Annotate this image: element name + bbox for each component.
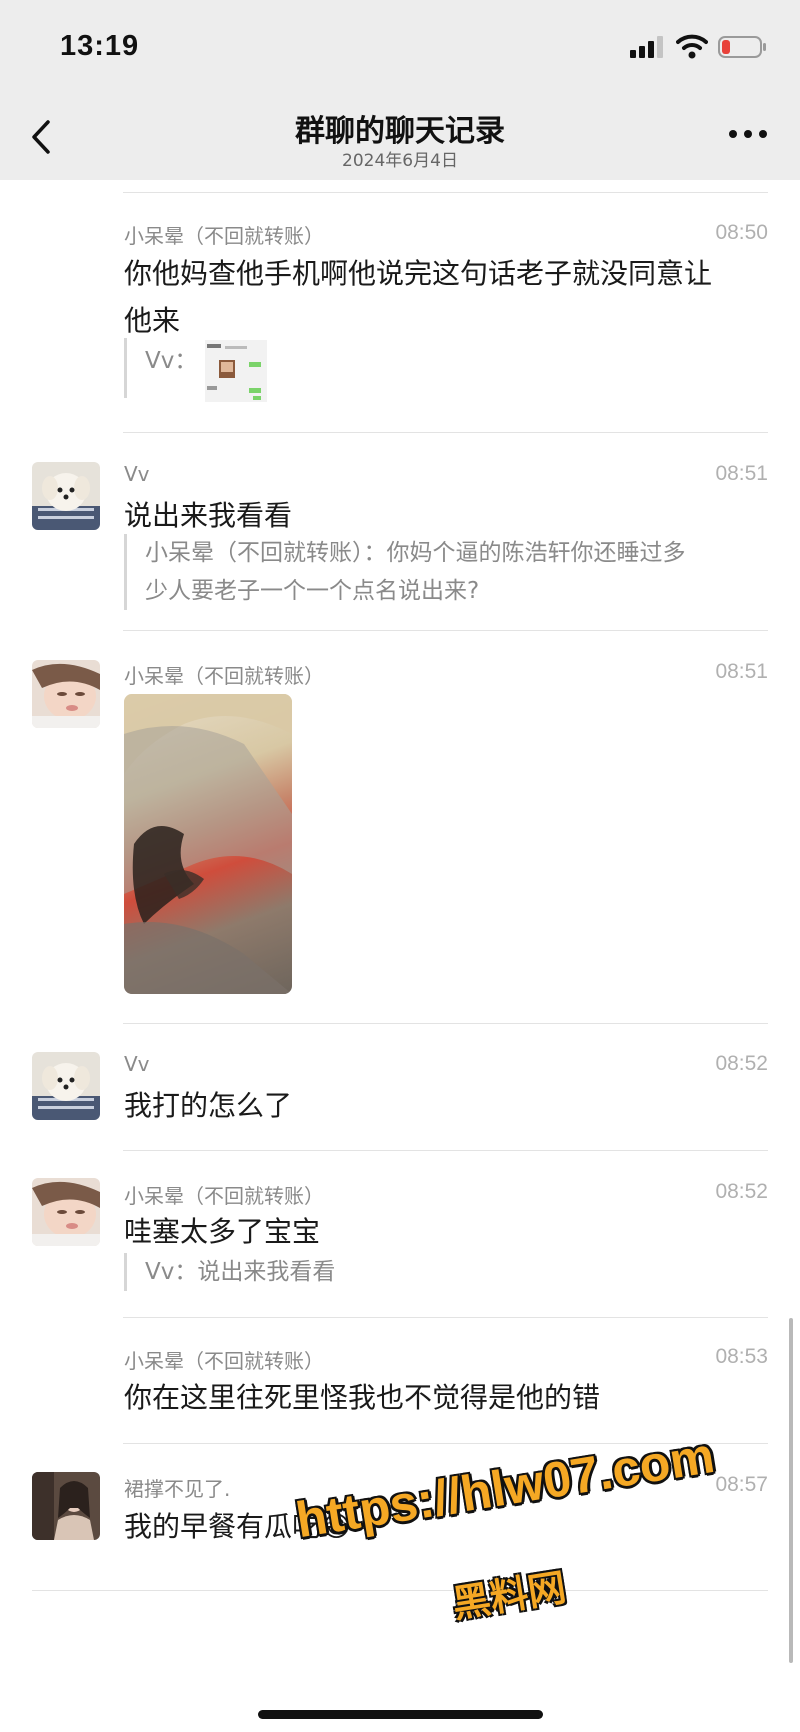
message-time: 08:51 bbox=[715, 462, 768, 485]
message-sender: 小呆晕（不回就转账） bbox=[124, 664, 324, 688]
message-sender: Vv bbox=[124, 462, 150, 486]
message-text-content: 我的早餐有瓜吃 bbox=[124, 1510, 321, 1543]
message-text: 哇塞太多了宝宝 bbox=[124, 1215, 321, 1248]
divider bbox=[123, 630, 768, 631]
cellular-signal-icon bbox=[630, 36, 663, 58]
quoted-message[interactable]: Vv： bbox=[124, 338, 774, 402]
quote-text-line: 小呆晕（不回就转账）：你妈个逼的陈浩轩你还睡过多 bbox=[145, 540, 686, 566]
quoted-message[interactable]: Vv：说出来我看看 bbox=[124, 1253, 774, 1291]
divider bbox=[123, 1023, 768, 1024]
page-title: 群聊的聊天记录 bbox=[295, 114, 505, 149]
divider bbox=[123, 1317, 768, 1318]
avatar-woman[interactable] bbox=[32, 1472, 100, 1540]
message-time: 08:57 bbox=[715, 1473, 768, 1496]
message-text: 你在这里往死里怪我也不觉得是他的错 bbox=[124, 1381, 601, 1414]
more-dots-icon[interactable] bbox=[728, 128, 768, 140]
status-time: 13:19 bbox=[60, 30, 140, 62]
avatar-girl[interactable] bbox=[32, 1178, 100, 1246]
page-date: 2024年6月4日 bbox=[342, 151, 458, 171]
message-sender: 小呆晕（不回就转账） bbox=[124, 1349, 324, 1373]
divider bbox=[123, 192, 768, 193]
message-text: 说出来我看看 bbox=[124, 499, 293, 532]
battery-low-icon bbox=[718, 36, 766, 58]
photo-content bbox=[124, 694, 292, 994]
divider bbox=[123, 1150, 768, 1151]
message-text-line: 他来 bbox=[124, 304, 181, 337]
status-bar: 13:19 bbox=[0, 0, 800, 98]
avatar-girl[interactable] bbox=[32, 660, 100, 728]
quote-sender: Vv： bbox=[145, 348, 198, 374]
wifi-icon bbox=[676, 34, 708, 59]
quoted-message[interactable]: 小呆晕（不回就转账）：你妈个逼的陈浩轩你还睡过多 少人要老子一个一个点名说出来? bbox=[124, 534, 774, 610]
message-text-line: 你他妈查他手机啊他说完这句话老子就没同意让 bbox=[124, 257, 713, 290]
quoted-screenshot-thumbnail[interactable] bbox=[205, 340, 267, 402]
watermark-site-name: 黑料网 bbox=[449, 1565, 569, 1627]
message-sender: 小呆晕（不回就转账） bbox=[124, 224, 324, 248]
message-text: 我打的怎么了 bbox=[124, 1089, 293, 1122]
avatar-dog[interactable] bbox=[32, 1052, 100, 1120]
home-indicator[interactable] bbox=[258, 1710, 543, 1719]
divider bbox=[123, 432, 768, 433]
message-sender: 裙撑不见了. bbox=[124, 1477, 231, 1501]
shared-photo[interactable] bbox=[124, 694, 292, 994]
quote-text-line: 少人要老子一个一个点名说出来? bbox=[145, 578, 480, 604]
scrollbar[interactable] bbox=[789, 1318, 793, 1663]
message-time: 08:52 bbox=[715, 1052, 768, 1075]
message-text: 你他妈查他手机啊他说完这句话老子就没同意让 他来 bbox=[124, 250, 772, 344]
message-sender: 小呆晕（不回就转账） bbox=[124, 1184, 324, 1208]
message-sender: Vv bbox=[124, 1052, 150, 1076]
avatar-dog[interactable] bbox=[32, 462, 100, 530]
message-time: 08:53 bbox=[715, 1345, 768, 1368]
navigation-bar: 群聊的聊天记录 2024年6月4日 bbox=[0, 98, 800, 180]
message-time: 08:52 bbox=[715, 1180, 768, 1203]
message-time: 08:51 bbox=[715, 660, 768, 683]
divider bbox=[32, 1590, 768, 1591]
message-time: 08:50 bbox=[715, 221, 768, 244]
